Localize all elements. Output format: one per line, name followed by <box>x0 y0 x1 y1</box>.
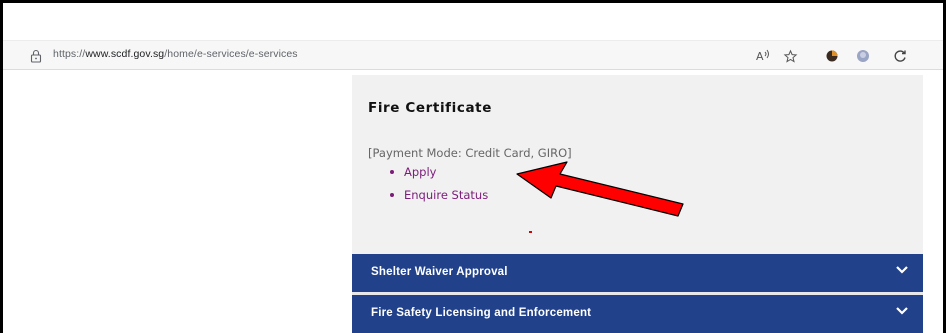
url-text[interactable]: https://www.scdf.gov.sg/home/e-services/… <box>53 48 298 60</box>
lock-icon[interactable] <box>30 49 42 63</box>
bullet-icon <box>390 170 394 174</box>
refresh-icon[interactable] <box>891 47 909 65</box>
window-top-border <box>0 0 946 3</box>
url-host: www.scdf.gov.sg <box>85 48 165 60</box>
service-links: Apply Enquire Status <box>388 165 488 211</box>
accordion-shelter-waiver[interactable]: Shelter Waiver Approval <box>352 254 923 292</box>
enquire-status-link-label: Enquire Status <box>404 188 489 202</box>
extension-icon[interactable] <box>823 47 841 65</box>
section-title: Fire Certificate <box>368 100 492 116</box>
read-aloud-icon[interactable]: A <box>755 47 773 65</box>
accordion-fire-safety-licensing[interactable]: Fire Safety Licensing and Enforcement <box>352 295 923 333</box>
url-path: /home/e-services/e-services <box>164 48 298 60</box>
accordion-label: Shelter Waiver Approval <box>371 266 508 278</box>
apply-link-label: Apply <box>404 165 437 179</box>
chevron-down-icon <box>896 307 908 315</box>
enquire-status-link[interactable]: Enquire Status <box>388 188 488 211</box>
favorite-star-icon[interactable] <box>781 47 799 65</box>
apply-link[interactable]: Apply <box>388 165 488 188</box>
accordion-label: Fire Safety Licensing and Enforcement <box>371 307 592 319</box>
bullet-icon <box>390 193 394 197</box>
svg-text:A: A <box>756 50 764 63</box>
payment-mode-text: [Payment Mode: Credit Card, GIRO] <box>368 146 572 160</box>
decorative-dot <box>529 231 532 233</box>
chevron-down-icon <box>896 266 908 274</box>
annotation-arrow-icon <box>516 161 684 217</box>
browser-address-bar[interactable]: https://www.scdf.gov.sg/home/e-services/… <box>3 40 943 70</box>
url-prefix: https:// <box>53 48 86 60</box>
profile-icon[interactable] <box>854 47 872 65</box>
